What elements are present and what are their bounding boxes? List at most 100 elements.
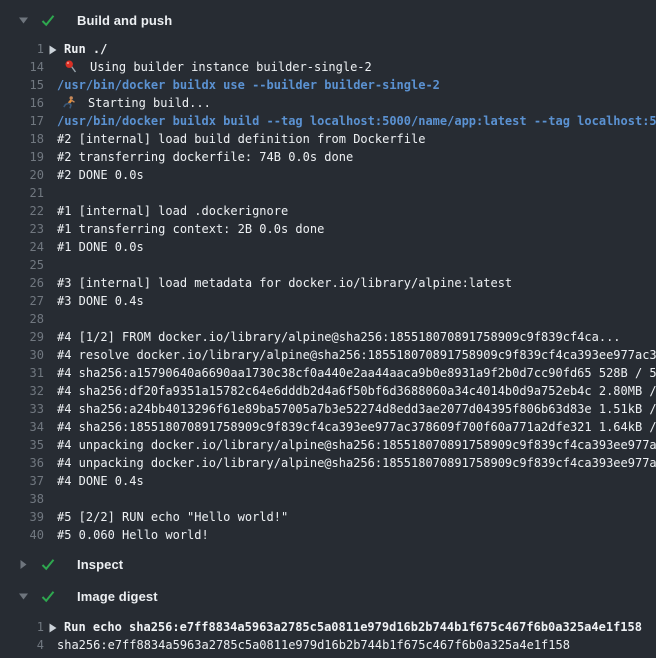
- runner-icon: [63, 96, 76, 112]
- chevron-down-icon[interactable]: [18, 593, 28, 600]
- line-number[interactable]: 21: [0, 184, 57, 202]
- log-text: Run echo sha256:e7ff8834a5963a2785c5a081…: [57, 618, 642, 636]
- log-line: 21: [0, 184, 656, 202]
- log-line: 1Run ./: [0, 40, 656, 58]
- log-line: 28: [0, 310, 656, 328]
- log-line: 30#4 resolve docker.io/library/alpine@sh…: [0, 346, 656, 364]
- log-text: /usr/bin/docker buildx use --builder bui…: [57, 76, 440, 94]
- line-number[interactable]: 28: [0, 310, 57, 328]
- success-check-icon: [41, 14, 55, 27]
- log-line: 27#3 DONE 0.4s: [0, 292, 656, 310]
- line-number[interactable]: 16: [0, 94, 57, 112]
- line-number[interactable]: 37: [0, 472, 57, 490]
- log-lines-image-digest: 1Run echo sha256:e7ff8834a5963a2785c5a08…: [0, 606, 656, 658]
- log-text: Starting build...: [57, 94, 211, 112]
- line-number[interactable]: 29: [0, 328, 57, 346]
- line-number[interactable]: 39: [0, 508, 57, 526]
- log-text: #4 resolve docker.io/library/alpine@sha2…: [57, 346, 656, 364]
- log-text: Run ./: [57, 40, 107, 58]
- workflow-log-viewer: Build and push 1Run ./14Using builder in…: [0, 0, 656, 658]
- log-line: 23#1 transferring context: 2B 0.0s done: [0, 220, 656, 238]
- log-text: #4 sha256:185518070891758909c9f839cf4ca3…: [57, 418, 656, 436]
- pushpin-icon: [65, 60, 77, 76]
- log-text: Using builder instance builder-single-2: [57, 58, 372, 76]
- log-text: #1 DONE 0.0s: [57, 238, 144, 256]
- line-number[interactable]: 22: [0, 202, 57, 220]
- line-number[interactable]: 36: [0, 454, 57, 472]
- play-icon[interactable]: [49, 620, 57, 636]
- chevron-down-icon[interactable]: [18, 17, 28, 24]
- log-text: #2 DONE 0.0s: [57, 166, 144, 184]
- log-text: #3 [internal] load metadata for docker.i…: [57, 274, 512, 292]
- log-line: 18#2 [internal] load build definition fr…: [0, 130, 656, 148]
- line-number[interactable]: 38: [0, 490, 57, 508]
- line-number[interactable]: 4: [0, 636, 57, 654]
- line-number[interactable]: 18: [0, 130, 57, 148]
- section-header-inspect[interactable]: Inspect: [0, 554, 656, 574]
- log-text: #1 [internal] load .dockerignore: [57, 202, 288, 220]
- line-number[interactable]: 27: [0, 292, 57, 310]
- log-line: 26#3 [internal] load metadata for docker…: [0, 274, 656, 292]
- log-text: #2 [internal] load build definition from…: [57, 130, 425, 148]
- log-line: 29#4 [1/2] FROM docker.io/library/alpine…: [0, 328, 656, 346]
- success-check-icon: [41, 558, 55, 571]
- log-line: 36#4 unpacking docker.io/library/alpine@…: [0, 454, 656, 472]
- chevron-right-icon[interactable]: [18, 560, 28, 569]
- section-title: Build and push: [77, 13, 172, 28]
- section-title: Inspect: [77, 557, 123, 572]
- log-line: 33#4 sha256:a24bb4013296f61e89ba57005a7b…: [0, 400, 656, 418]
- log-line: 32#4 sha256:df20fa9351a15782c64e6dddb2d4…: [0, 382, 656, 400]
- line-number[interactable]: 31: [0, 364, 57, 382]
- log-text: #4 sha256:a24bb4013296f61e89ba57005a7b3e…: [57, 400, 656, 418]
- line-number[interactable]: 30: [0, 346, 57, 364]
- line-number[interactable]: 34: [0, 418, 57, 436]
- log-lines-build-and-push: 1Run ./14Using builder instance builder-…: [0, 30, 656, 554]
- log-line: 39#5 [2/2] RUN echo "Hello world!": [0, 508, 656, 526]
- log-line: 31#4 sha256:a15790640a6690aa1730c38cf0a4…: [0, 364, 656, 382]
- log-line: 4sha256:e7ff8834a5963a2785c5a0811e979d16…: [0, 636, 656, 654]
- log-line: 37#4 DONE 0.4s: [0, 472, 656, 490]
- line-number[interactable]: 15: [0, 76, 57, 94]
- log-line: 17/usr/bin/docker buildx build --tag loc…: [0, 112, 656, 130]
- log-text: #5 0.060 Hello world!: [57, 526, 209, 544]
- line-number[interactable]: 35: [0, 436, 57, 454]
- line-number[interactable]: 26: [0, 274, 57, 292]
- log-line: 20#2 DONE 0.0s: [0, 166, 656, 184]
- line-number[interactable]: 14: [0, 58, 57, 76]
- play-icon[interactable]: [49, 42, 57, 58]
- log-line: 25: [0, 256, 656, 274]
- log-text: #5 [2/2] RUN echo "Hello world!": [57, 508, 288, 526]
- log-text: sha256:e7ff8834a5963a2785c5a0811e979d16b…: [57, 636, 570, 654]
- log-text: #4 sha256:df20fa9351a15782c64e6dddb2d4a6…: [57, 382, 656, 400]
- line-number[interactable]: 17: [0, 112, 57, 130]
- line-number[interactable]: 40: [0, 526, 57, 544]
- log-line: 24#1 DONE 0.0s: [0, 238, 656, 256]
- line-number[interactable]: 33: [0, 400, 57, 418]
- log-line: 22#1 [internal] load .dockerignore: [0, 202, 656, 220]
- log-text: #3 DONE 0.4s: [57, 292, 144, 310]
- log-line: 15/usr/bin/docker buildx use --builder b…: [0, 76, 656, 94]
- log-text: #4 unpacking docker.io/library/alpine@sh…: [57, 454, 656, 472]
- log-line: 34#4 sha256:185518070891758909c9f839cf4c…: [0, 418, 656, 436]
- line-number[interactable]: 20: [0, 166, 57, 184]
- line-number[interactable]: 24: [0, 238, 57, 256]
- line-number[interactable]: 19: [0, 148, 57, 166]
- log-line: 35#4 unpacking docker.io/library/alpine@…: [0, 436, 656, 454]
- line-number[interactable]: 25: [0, 256, 57, 274]
- section-title: Image digest: [77, 589, 158, 604]
- line-number[interactable]: 23: [0, 220, 57, 238]
- log-line: 40#5 0.060 Hello world!: [0, 526, 656, 544]
- log-line: 16Starting build...: [0, 94, 656, 112]
- log-text: #4 [1/2] FROM docker.io/library/alpine@s…: [57, 328, 621, 346]
- section-header-build-and-push[interactable]: Build and push: [0, 10, 656, 30]
- log-text: #1 transferring context: 2B 0.0s done: [57, 220, 324, 238]
- log-text: /usr/bin/docker buildx build --tag local…: [57, 112, 656, 130]
- line-number[interactable]: 32: [0, 382, 57, 400]
- log-text: #4 unpacking docker.io/library/alpine@sh…: [57, 436, 656, 454]
- log-line: 14Using builder instance builder-single-…: [0, 58, 656, 76]
- log-line: 38: [0, 490, 656, 508]
- success-check-icon: [41, 590, 55, 603]
- section-header-image-digest[interactable]: Image digest: [0, 586, 656, 606]
- log-text: #4 DONE 0.4s: [57, 472, 144, 490]
- log-text: #4 sha256:a15790640a6690aa1730c38cf0a440…: [57, 364, 656, 382]
